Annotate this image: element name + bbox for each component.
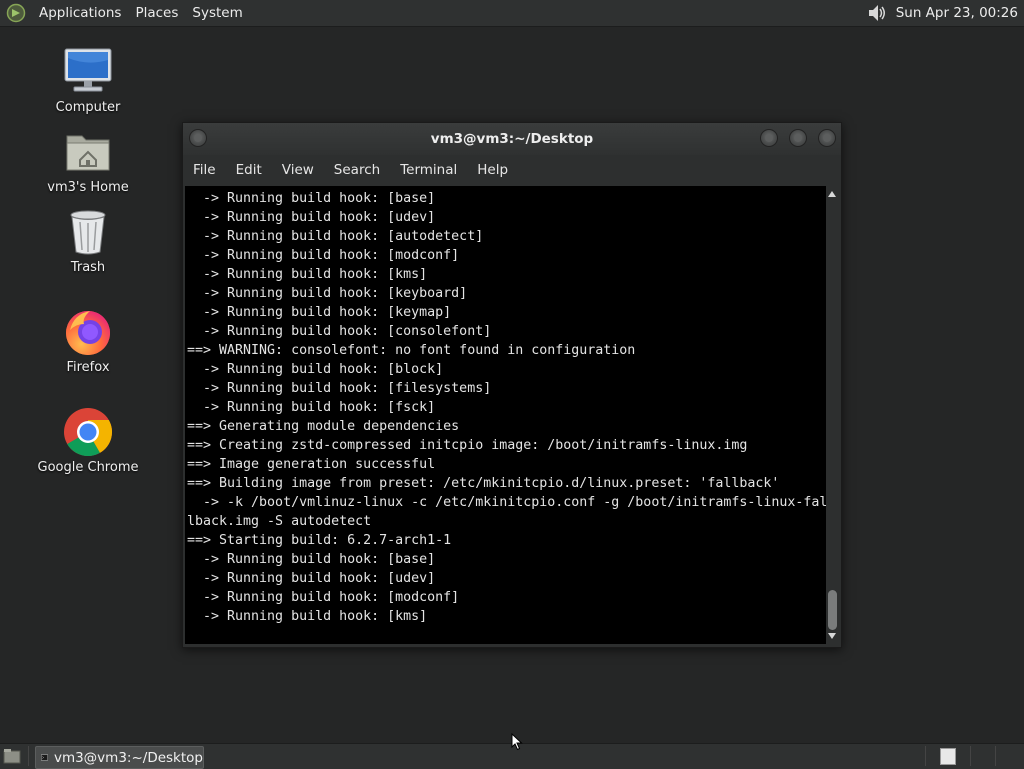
desktop-icon-label: Trash	[70, 260, 106, 275]
terminal-menubar: File Edit View Search Terminal Help	[183, 155, 841, 185]
terminal-screen[interactable]: -> Running build hook: [base] -> Running…	[185, 186, 826, 644]
terminal-line: -> Running build hook: [base]	[203, 191, 436, 206]
clock[interactable]: Sun Apr 23, 00:26	[888, 5, 1024, 21]
panel-separator	[995, 746, 996, 766]
terminal-output: -> Running build hook: [base] -> Running…	[187, 189, 826, 626]
terminal-line: ==> Starting build: 6.2.7-arch1-1	[187, 533, 452, 548]
chrome-icon	[64, 408, 113, 457]
panel-separator	[970, 746, 971, 766]
menu-terminal[interactable]: Terminal	[390, 155, 467, 185]
trash-icon	[70, 210, 106, 255]
menu-edit[interactable]: Edit	[226, 155, 272, 185]
window-title: vm3@vm3:~/Desktop	[430, 131, 594, 147]
terminal-line: -> Running build hook: [block]	[203, 362, 444, 377]
maximize-button[interactable]	[789, 129, 807, 147]
terminal-line: -> Running build hook: [fsck]	[203, 400, 436, 415]
computer-icon	[64, 48, 112, 92]
terminal-line: -> Running build hook: [keyboard]	[203, 286, 468, 301]
top-panel: Applications Places System Sun Apr 23, 0…	[0, 0, 1024, 27]
terminal-line: -> Running build hook: [keymap]	[203, 305, 452, 320]
desktop-icon-label: Computer	[55, 100, 121, 115]
mouse-cursor-icon	[511, 733, 523, 751]
terminal-line: -> Running build hook: [modconf]	[203, 590, 460, 605]
scrollbar-thumb[interactable]	[828, 590, 837, 630]
desktop-icon-home[interactable]: vm3's Home	[28, 126, 148, 195]
terminal-window: vm3@vm3:~/Desktop File Edit View Search …	[182, 122, 842, 648]
desktop-icon-trash[interactable]: Trash	[28, 206, 148, 275]
places-menu[interactable]: Places	[128, 0, 185, 26]
terminal-line: ==> Image generation successful	[187, 457, 436, 472]
minimize-button[interactable]	[760, 129, 778, 147]
panel-separator	[925, 746, 926, 766]
mate-menu-icon[interactable]	[6, 3, 26, 23]
terminal-line: ==> Generating module dependencies	[187, 419, 460, 434]
desktop-icon-label: Google Chrome	[37, 460, 139, 475]
terminal-line: -> Running build hook: [modconf]	[203, 248, 460, 263]
terminal-line: -> Running build hook: [udev]	[203, 571, 436, 586]
terminal-line: ==> WARNING: consolefont: no font found …	[187, 343, 636, 358]
terminal-line: -> Running build hook: [kms]	[203, 267, 428, 282]
terminal-line: ==> Creating zstd-compressed initcpio im…	[187, 438, 748, 453]
terminal-line: lback.img -S autodetect	[187, 514, 372, 529]
firefox-icon	[66, 311, 110, 355]
close-button[interactable]	[818, 129, 836, 147]
desktop-icon-computer[interactable]: Computer	[28, 46, 148, 115]
applications-menu[interactable]: Applications	[32, 0, 128, 26]
terminal-line: -> Running build hook: [consolefont]	[203, 324, 492, 339]
terminal-scrollbar[interactable]	[826, 186, 838, 644]
terminal-line: -> Running build hook: [autodetect]	[203, 229, 484, 244]
menu-file[interactable]: File	[183, 155, 226, 185]
menu-search[interactable]: Search	[324, 155, 390, 185]
scroll-up-arrow-icon[interactable]	[828, 191, 836, 197]
terminal-line: -> -k /boot/vmlinuz-linux -c /etc/mkinit…	[203, 495, 826, 510]
terminal-line: -> Running build hook: [filesystems]	[203, 381, 492, 396]
taskbar-button-terminal[interactable]: vm3@vm3:~/Desktop	[35, 746, 204, 769]
desktop-icon-firefox[interactable]: Firefox	[28, 306, 148, 375]
terminal-icon	[41, 754, 48, 761]
terminal-titlebar[interactable]: vm3@vm3:~/Desktop	[183, 123, 841, 155]
menu-help[interactable]: Help	[467, 155, 518, 185]
terminal-line: -> Running build hook: [base]	[203, 552, 436, 567]
home-folder-icon	[66, 135, 110, 171]
desktop-icon-label: Firefox	[66, 360, 110, 375]
show-desktop-icon[interactable]	[3, 748, 21, 764]
desktop-icon-chrome[interactable]: Google Chrome	[28, 406, 148, 475]
scroll-down-arrow-icon[interactable]	[828, 633, 836, 639]
terminal-line: ==> Building image from preset: /etc/mki…	[187, 476, 780, 491]
panel-separator	[28, 746, 29, 766]
workspace-switcher[interactable]	[940, 748, 956, 765]
menu-view[interactable]: View	[272, 155, 324, 185]
desktop-icon-label: vm3's Home	[47, 180, 129, 195]
terminal-line: -> Running build hook: [udev]	[203, 210, 436, 225]
system-menu[interactable]: System	[185, 0, 249, 26]
terminal-line: -> Running build hook: [kms]	[203, 609, 428, 624]
taskbar-button-label: vm3@vm3:~/Desktop	[53, 749, 203, 766]
volume-icon[interactable]	[866, 2, 888, 24]
